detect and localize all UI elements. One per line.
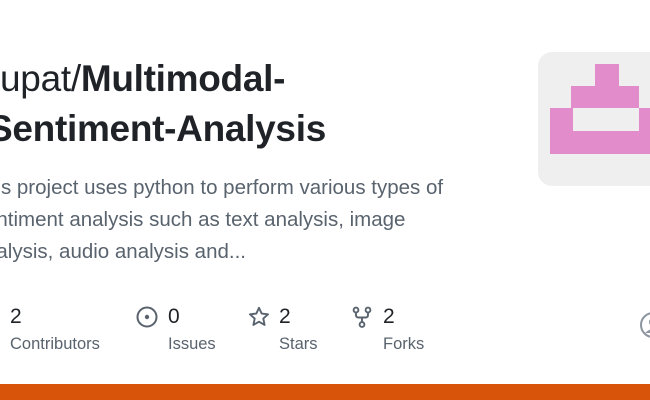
repo-forked-icon — [352, 306, 372, 328]
repo-title[interactable]: rupat/Multimodal- Sentiment-Analysis — [0, 54, 508, 154]
language-color-bar — [0, 384, 650, 400]
contributors-label: Contributors — [10, 335, 100, 353]
contributors-count: 2 — [10, 305, 22, 328]
description-line2: entiment analysis such as text analysis,… — [0, 208, 406, 231]
stat-contributors[interactable]: 2 Contributors — [10, 304, 100, 354]
stat-forks[interactable]: 2 Forks — [352, 304, 425, 354]
contributor-avatar[interactable] — [640, 310, 650, 340]
issues-count: 0 — [168, 305, 180, 328]
stars-count: 2 — [279, 305, 291, 328]
description-line1: his project uses python to perform vario… — [0, 176, 444, 199]
owner-avatar[interactable] — [538, 52, 650, 186]
issue-opened-icon — [136, 306, 158, 328]
repo-social-card: rupat/Multimodal- Sentiment-Analysis his … — [0, 0, 650, 400]
identicon-icon — [550, 64, 650, 154]
repo-name-line2[interactable]: Sentiment-Analysis — [0, 108, 326, 149]
stat-stars[interactable]: 2 Stars — [249, 304, 318, 354]
description-line3: nalysis, audio analysis and... — [0, 240, 246, 263]
repo-name-line1[interactable]: Multimodal- — [81, 58, 286, 99]
repo-owner[interactable]: rupat/ — [0, 58, 81, 99]
issues-label: Issues — [168, 335, 216, 353]
forks-count: 2 — [383, 305, 395, 328]
star-icon — [249, 306, 269, 326]
forks-label: Forks — [383, 335, 425, 353]
repo-description: his project uses python to perform vario… — [0, 172, 505, 268]
stat-issues[interactable]: 0 Issues — [136, 304, 216, 354]
stars-label: Stars — [279, 335, 318, 353]
